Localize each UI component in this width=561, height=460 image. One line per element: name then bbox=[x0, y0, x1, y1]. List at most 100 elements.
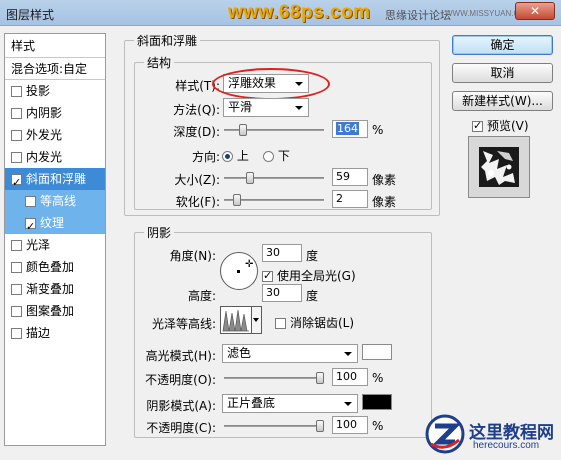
highlight-color-swatch[interactable] bbox=[362, 344, 392, 360]
shadow-opacity-slider[interactable] bbox=[224, 420, 324, 432]
style-item-label: 渐变叠加 bbox=[26, 282, 75, 296]
style-item[interactable]: 纹理 bbox=[5, 212, 105, 238]
altitude-unit: 度 bbox=[306, 289, 319, 303]
style-item[interactable]: 图案叠加 bbox=[5, 300, 105, 322]
anti-alias-option[interactable]: 消除锯齿(L) bbox=[275, 314, 354, 331]
global-light-label: 使用全局光(G) bbox=[277, 269, 356, 283]
shading-title: 阴影 bbox=[144, 224, 175, 241]
size-slider[interactable] bbox=[224, 172, 324, 184]
title-bar: 图层样式 www.68ps.com 思缘设计论坛 WWW.MISSYUAN.CO… bbox=[0, 0, 561, 26]
structure-title: 结构 bbox=[144, 54, 175, 71]
soften-slider-thumb[interactable] bbox=[233, 194, 241, 206]
z-logo-icon bbox=[425, 414, 465, 454]
global-light-checkbox[interactable] bbox=[262, 269, 273, 282]
style-item-label: 内阴影 bbox=[26, 106, 63, 120]
style-item-checkbox[interactable] bbox=[11, 327, 22, 339]
style-item[interactable]: 外发光 bbox=[5, 124, 105, 146]
highlight-mode-label: 高光模式(H): bbox=[145, 349, 216, 363]
depth-slider-thumb[interactable] bbox=[239, 124, 247, 136]
style-list-header[interactable]: 样式 bbox=[5, 34, 105, 58]
new-style-button[interactable]: 新建样式(W)... bbox=[452, 91, 553, 111]
cancel-button[interactable]: 取消 bbox=[452, 63, 553, 83]
size-slider-thumb[interactable] bbox=[246, 172, 254, 184]
technique-label: 方法(Q): bbox=[173, 103, 220, 117]
direction-down-option[interactable]: 下 bbox=[263, 147, 290, 164]
style-item[interactable]: 斜面和浮雕 bbox=[5, 168, 105, 194]
preview-checkbox[interactable] bbox=[472, 119, 483, 132]
direction-down-radio[interactable] bbox=[263, 151, 274, 162]
style-item[interactable]: 描边 bbox=[5, 322, 105, 344]
style-item[interactable]: 内阴影 bbox=[5, 102, 105, 124]
style-label: 样式(T): bbox=[175, 79, 220, 93]
style-item-checkbox[interactable] bbox=[11, 261, 22, 273]
gloss-contour-label: 光泽等高线: bbox=[151, 317, 216, 331]
global-light-option[interactable]: 使用全局光(G) bbox=[262, 267, 356, 284]
style-item-checkbox[interactable] bbox=[25, 195, 36, 207]
style-item[interactable]: 颜色叠加 bbox=[5, 256, 105, 278]
style-item-label: 颜色叠加 bbox=[26, 260, 75, 274]
direction-up-option[interactable]: 上 bbox=[222, 147, 249, 164]
anti-alias-label: 消除锯齿(L) bbox=[290, 316, 355, 330]
highlight-mode-select[interactable]: 滤色 bbox=[222, 344, 358, 363]
style-item-label: 图案叠加 bbox=[26, 304, 75, 318]
style-item-checkbox[interactable] bbox=[11, 283, 22, 295]
shadow-opacity-input[interactable]: 100 bbox=[332, 416, 368, 434]
soften-unit: 像素 bbox=[372, 195, 397, 209]
anti-alias-checkbox[interactable] bbox=[275, 318, 286, 329]
angle-label: 角度(N): bbox=[169, 249, 216, 263]
shadow-opacity-unit: % bbox=[372, 419, 384, 433]
soften-input[interactable]: 2 bbox=[332, 190, 368, 208]
crosshair-icon: ✛ bbox=[245, 259, 254, 270]
angle-dial-center bbox=[237, 270, 240, 273]
corner-watermark: 这里教程网 herecours.com bbox=[419, 410, 559, 458]
altitude-input[interactable]: 30 bbox=[262, 284, 302, 302]
style-item-checkbox[interactable] bbox=[11, 129, 22, 141]
highlight-opacity-slider[interactable] bbox=[224, 372, 324, 384]
highlight-opacity-slider-thumb[interactable] bbox=[316, 372, 324, 384]
preview-thumbnail bbox=[468, 136, 530, 198]
style-item-label: 纹理 bbox=[40, 216, 65, 230]
gloss-contour-dropdown[interactable] bbox=[252, 306, 262, 334]
angle-dial[interactable] bbox=[220, 252, 258, 290]
preview-label: 预览(V) bbox=[487, 119, 529, 133]
direction-up-radio[interactable] bbox=[222, 151, 233, 162]
watermark-domain: herecours.com bbox=[473, 440, 540, 451]
highlight-opacity-input[interactable]: 100 bbox=[332, 368, 368, 386]
ok-button[interactable]: 确定 bbox=[452, 35, 553, 55]
style-item-checkbox[interactable] bbox=[11, 172, 22, 194]
preview-option[interactable]: 预览(V) bbox=[472, 117, 529, 134]
close-button[interactable]: ✕ bbox=[515, 2, 555, 20]
shadow-color-swatch[interactable] bbox=[362, 394, 392, 410]
style-item-label: 外发光 bbox=[26, 128, 63, 142]
depth-slider[interactable] bbox=[224, 124, 324, 136]
style-item-checkbox[interactable] bbox=[11, 239, 22, 251]
shadow-opacity-slider-thumb[interactable] bbox=[316, 420, 324, 432]
style-item[interactable]: 光泽 bbox=[5, 234, 105, 256]
shadow-opacity-label: 不透明度(C): bbox=[146, 421, 216, 435]
style-item-checkbox[interactable] bbox=[11, 107, 22, 119]
blend-options-item[interactable]: 混合选项:自定 bbox=[5, 58, 105, 80]
gloss-contour-swatch[interactable] bbox=[220, 306, 252, 334]
style-item[interactable]: 投影 bbox=[5, 80, 105, 102]
bevel-emboss-title: 斜面和浮雕 bbox=[134, 32, 201, 49]
style-item-checkbox[interactable] bbox=[11, 85, 22, 97]
style-item-checkbox[interactable] bbox=[25, 216, 36, 238]
style-item-label: 内发光 bbox=[26, 150, 63, 164]
style-item[interactable]: 内发光 bbox=[5, 146, 105, 168]
technique-select[interactable]: 平滑 bbox=[223, 98, 309, 117]
depth-unit: % bbox=[372, 123, 384, 137]
style-item-checkbox[interactable] bbox=[11, 305, 22, 317]
soften-slider[interactable] bbox=[224, 194, 324, 206]
preview-image bbox=[479, 147, 519, 187]
chevron-down-icon bbox=[253, 318, 259, 322]
direction-down-label: 下 bbox=[277, 149, 290, 163]
shadow-mode-select[interactable]: 正片叠底 bbox=[222, 394, 358, 413]
soften-label: 软化(F): bbox=[175, 195, 220, 209]
style-item-checkbox[interactable] bbox=[11, 151, 22, 163]
style-item[interactable]: 渐变叠加 bbox=[5, 278, 105, 300]
depth-input[interactable]: 164 bbox=[332, 120, 368, 138]
style-item-label: 描边 bbox=[26, 326, 51, 340]
size-input[interactable]: 59 bbox=[332, 168, 368, 186]
altitude-label: 高度: bbox=[187, 289, 216, 303]
angle-input[interactable]: 30 bbox=[262, 244, 302, 262]
